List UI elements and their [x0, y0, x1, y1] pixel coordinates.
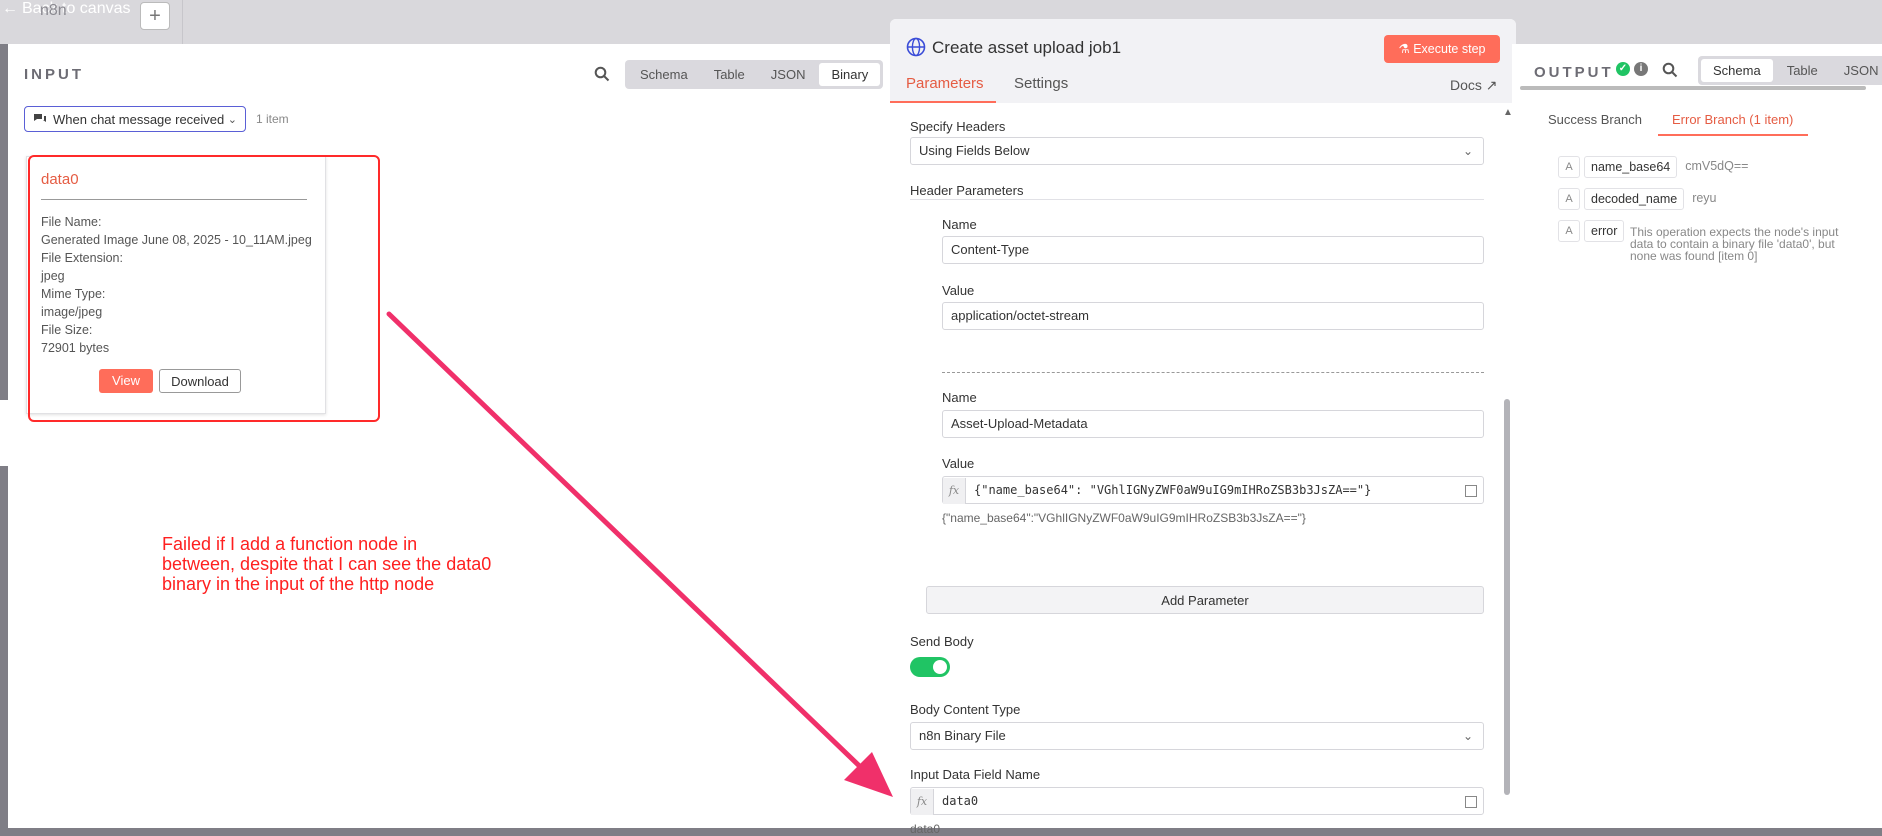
header2-name-input[interactable]: Asset-Upload-Metadata	[942, 410, 1484, 438]
send-body-toggle[interactable]	[910, 657, 950, 677]
node-header: Create asset upload job1 ⚗ Execute step …	[890, 19, 1516, 103]
globe-icon	[906, 37, 926, 57]
header2-value-expression[interactable]: fx {"name_base64": "VGhlIGNyZWF0aW9uIG9mI…	[942, 476, 1484, 504]
string-type-icon: A	[1558, 188, 1580, 210]
schema-row: Adecoded_name reyu	[1558, 188, 1717, 210]
flask-icon: ⚗	[1398, 42, 1410, 56]
success-branch-tab[interactable]: Success Branch	[1548, 112, 1642, 127]
header1-name-label: Name	[942, 217, 977, 232]
expand-icon[interactable]	[1465, 796, 1477, 808]
search-icon[interactable]	[1662, 62, 1678, 78]
schema-key[interactable]: decoded_name	[1584, 188, 1685, 210]
schema-key[interactable]: name_base64	[1584, 156, 1678, 178]
string-type-icon: A	[1558, 220, 1580, 242]
input-field-label: Input Data Field Name	[910, 767, 1041, 782]
external-link-icon: ↗	[1485, 77, 1498, 93]
header1-value-label: Value	[942, 283, 975, 298]
info-icon[interactable]: i	[1634, 62, 1648, 76]
arrow-left-icon: ←	[2, 0, 18, 17]
error-message: This operation expects the node's input …	[1630, 225, 1839, 263]
specify-headers-label: Specify Headers	[910, 119, 1006, 134]
input-node-select[interactable]: When chat message received ⌄	[24, 106, 246, 132]
input-tab-table[interactable]: Table	[702, 63, 757, 86]
schema-row: Aname_base64 cmV5dQ==	[1558, 156, 1748, 178]
schema-row: Aerror	[1558, 220, 1625, 242]
schema-value: reyu	[1692, 191, 1717, 205]
node-panel: Create asset upload job1 ⚗ Execute step …	[890, 19, 1516, 836]
output-tab-schema[interactable]: Schema	[1701, 59, 1773, 82]
input-label: INPUT	[24, 66, 84, 83]
specify-headers-select[interactable]: Using Fields Below ⌄	[910, 137, 1484, 165]
output-tab-table[interactable]: Table	[1775, 59, 1830, 82]
fx-icon: fx	[911, 789, 934, 815]
node-title[interactable]: Create asset upload job1	[932, 38, 1121, 58]
input-field-expression[interactable]: fx data0	[910, 787, 1484, 815]
add-parameter-button[interactable]: Add Parameter	[926, 586, 1484, 614]
header2-value-preview: {"name_base64":"VGhlIGNyZWF0aW9uIG9mIHRo…	[942, 511, 1306, 525]
toggle-knob	[933, 660, 947, 674]
header-params-divider	[910, 199, 1484, 200]
output-horizontal-scrollbar[interactable]	[1520, 86, 1866, 90]
add-node-button[interactable]: +	[140, 2, 170, 30]
header-separator	[942, 372, 1484, 373]
node-scrollbar[interactable]	[1504, 399, 1510, 795]
highlight-box	[28, 155, 380, 422]
input-tab-json[interactable]: JSON	[759, 63, 818, 86]
output-view-tabs: Schema Table JSON	[1698, 56, 1882, 85]
string-type-icon: A	[1558, 156, 1580, 178]
header-params-label: Header Parameters	[910, 183, 1024, 198]
header1-value-input[interactable]: application/octet-stream	[942, 302, 1484, 330]
input-view-tabs: Schema Table JSON Binary	[625, 60, 884, 89]
output-tab-json[interactable]: JSON	[1832, 59, 1882, 82]
header2-name-label: Name	[942, 390, 977, 405]
chat-icon	[34, 114, 46, 122]
chevron-down-icon: ⌄	[1462, 729, 1473, 743]
body-type-label: Body Content Type	[910, 702, 1021, 717]
header2-value-label: Value	[942, 456, 975, 471]
app-title: n8n	[40, 2, 67, 19]
output-panel: OUTPUT ✓ i Schema Table JSON Success Bra…	[1512, 44, 1882, 828]
schema-value: cmV5dQ==	[1685, 159, 1749, 173]
input-field-preview: data0	[910, 822, 941, 836]
chevron-down-icon: ⌄	[227, 114, 237, 126]
input-tab-binary[interactable]: Binary	[819, 63, 881, 86]
tab-active-underline	[890, 101, 996, 103]
tab-settings[interactable]: Settings	[1014, 75, 1068, 92]
tab-parameters[interactable]: Parameters	[906, 75, 984, 92]
input-tab-schema[interactable]: Schema	[628, 63, 700, 86]
fx-icon: fx	[943, 478, 966, 504]
search-icon[interactable]	[594, 66, 610, 82]
success-check-icon: ✓	[1616, 62, 1630, 76]
expand-icon[interactable]	[1465, 485, 1477, 497]
branch-active-underline	[1658, 134, 1808, 136]
send-body-label: Send Body	[910, 634, 974, 649]
output-label: OUTPUT	[1534, 64, 1614, 81]
schema-key[interactable]: error	[1584, 220, 1625, 242]
header1-name-input[interactable]: Content-Type	[942, 236, 1484, 264]
annotation-text: Failed if I add a function node in betwe…	[162, 534, 492, 594]
chevron-down-icon: ⌄	[1462, 144, 1473, 158]
body-type-select[interactable]: n8n Binary File ⌄	[910, 722, 1484, 750]
docs-link[interactable]: Docs ↗	[1450, 77, 1498, 94]
input-item-count: 1 item	[256, 112, 289, 126]
topbar-divider	[182, 0, 183, 44]
execute-step-button[interactable]: ⚗ Execute step	[1384, 35, 1500, 63]
error-branch-tab[interactable]: Error Branch (1 item)	[1672, 112, 1793, 127]
